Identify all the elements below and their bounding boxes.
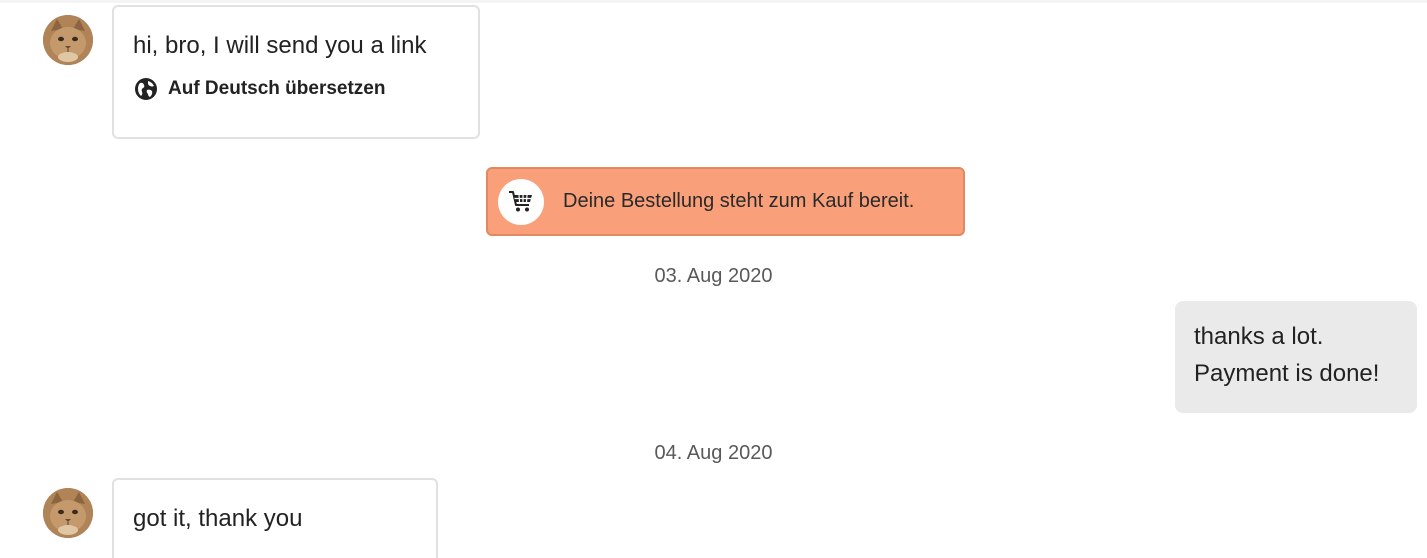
translate-label: Auf Deutsch übersetzen: [168, 78, 386, 99]
cart-icon-circle: [498, 178, 544, 225]
outgoing-message-bubble: thanks a lot. Payment is done!: [1175, 301, 1417, 413]
message-text-line: thanks a lot.: [1194, 323, 1324, 350]
translate-button[interactable]: Auf Deutsch übersetzen: [134, 77, 385, 101]
top-divider: [0, 0, 1427, 3]
cat-avatar-image: [43, 488, 93, 538]
incoming-message-bubble: hi, bro, I will send you a link Auf Deut…: [112, 5, 480, 139]
message-text: got it, thank you: [133, 505, 303, 532]
order-ready-text: Deine Bestellung steht zum Kauf bereit.: [563, 190, 915, 212]
order-ready-banner[interactable]: Deine Bestellung steht zum Kauf bereit.: [486, 167, 965, 236]
message-text-line: Payment is done!: [1194, 360, 1380, 387]
incoming-message-bubble: got it, thank you: [112, 478, 438, 558]
shopping-cart-icon: [509, 190, 532, 211]
globe-icon: [135, 78, 157, 100]
date-separator: 04. Aug 2020: [654, 442, 773, 464]
date-separator: 03. Aug 2020: [654, 265, 773, 287]
sender-avatar[interactable]: [43, 15, 93, 65]
cat-avatar-image: [43, 15, 93, 65]
message-text: hi, bro, I will send you a link: [133, 32, 427, 59]
sender-avatar[interactable]: [43, 488, 93, 538]
